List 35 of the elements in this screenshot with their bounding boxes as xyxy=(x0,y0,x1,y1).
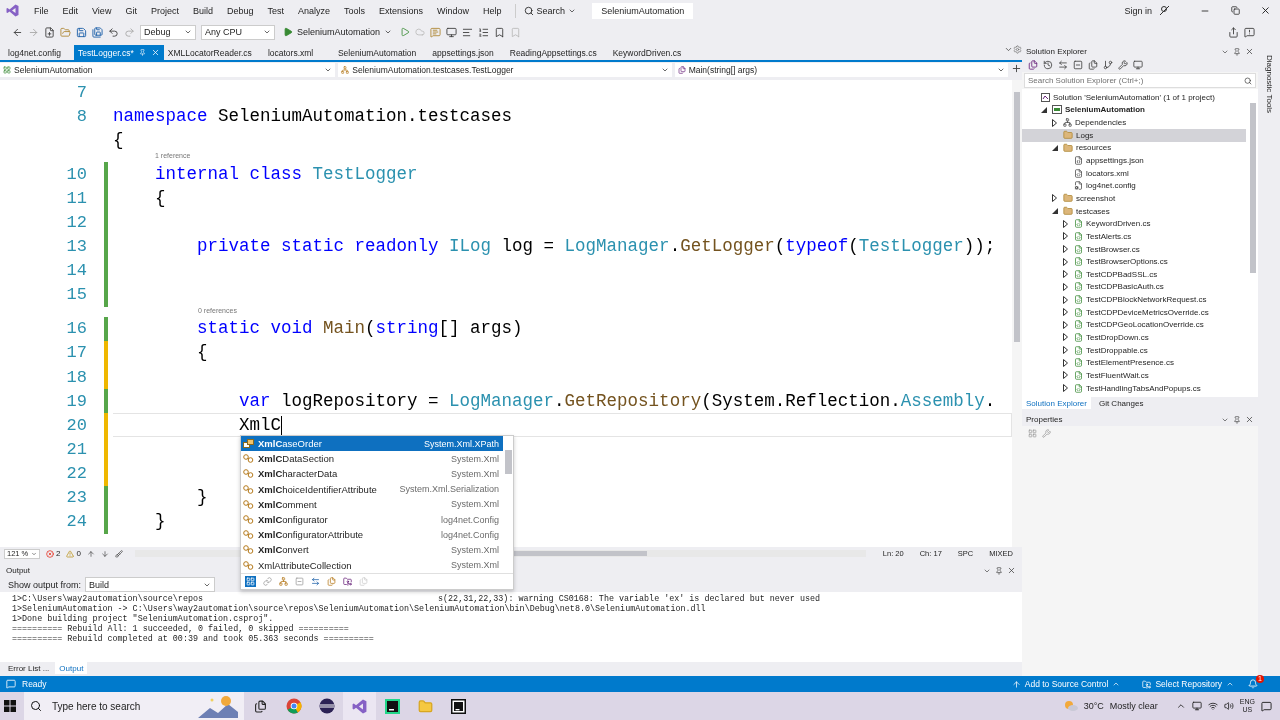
line-number: 10 xyxy=(65,164,87,184)
code-line: } xyxy=(154,511,166,533)
line-number: 16 xyxy=(65,319,87,339)
line-number: 18 xyxy=(65,367,87,387)
code-line: namespace SeleniumAutomation.testcases xyxy=(113,105,513,127)
code-line: { xyxy=(154,187,166,209)
line-number: 23 xyxy=(65,488,87,508)
line-number: 13 xyxy=(65,237,87,257)
field-label: Show output from: xyxy=(8,579,82,590)
line-number: 7 xyxy=(75,82,87,102)
panel-title: Solution Explorer xyxy=(1026,47,1087,56)
status-text: Ready xyxy=(22,679,47,689)
line-number: 22 xyxy=(65,463,87,483)
code-line: { xyxy=(196,342,208,364)
code-line: private static readonly ILog log = LogManager.GetLogger(typeof(TestLogger)); xyxy=(196,236,996,258)
line-number: 20 xyxy=(65,415,87,435)
line-number: 24 xyxy=(65,512,87,532)
line-number: 8 xyxy=(75,106,87,126)
line-number: 17 xyxy=(65,343,87,363)
line-number: 15 xyxy=(65,285,87,305)
line-number: 14 xyxy=(65,261,87,281)
panel-title: Properties xyxy=(1026,415,1063,424)
code-line: var logRepository = LogManager.GetRepository(System.Reflection.Assembly. xyxy=(238,390,996,412)
line-number: 12 xyxy=(65,213,87,232)
code-line: static void Main(string[] args) xyxy=(196,318,523,340)
line-number: 11 xyxy=(65,188,87,208)
code-line: XmlC xyxy=(238,414,282,436)
code-line: } xyxy=(196,487,208,509)
output-log: 1>C:\Users\way2automation\source\repos s(22,31,22,33): warning CS0168: The variable 'ex' is declared but never used 1>SeleniumAutomation -> C:\Users\way2automation\source\repos\SeleniumAutomation\SeleniumAutomation\bin\Debug\net8.0\SeleniumAutomation.dll 1>Done building project "SeleniumAutomation.csproj". ========== Rebuild All: 1 succeeded, 0 failed, 0 skipped ========== ========== Rebuild completed at 00:39 and took 05.363 seconds ========== xyxy=(0,592,1022,662)
panel-title: Output xyxy=(6,566,30,575)
code-line: internal class TestLogger xyxy=(154,163,418,185)
line-number: 21 xyxy=(65,439,87,459)
solution-title: SeleniumAutomation xyxy=(592,2,694,19)
code-line: { xyxy=(113,129,124,151)
line-number: 19 xyxy=(65,391,87,411)
